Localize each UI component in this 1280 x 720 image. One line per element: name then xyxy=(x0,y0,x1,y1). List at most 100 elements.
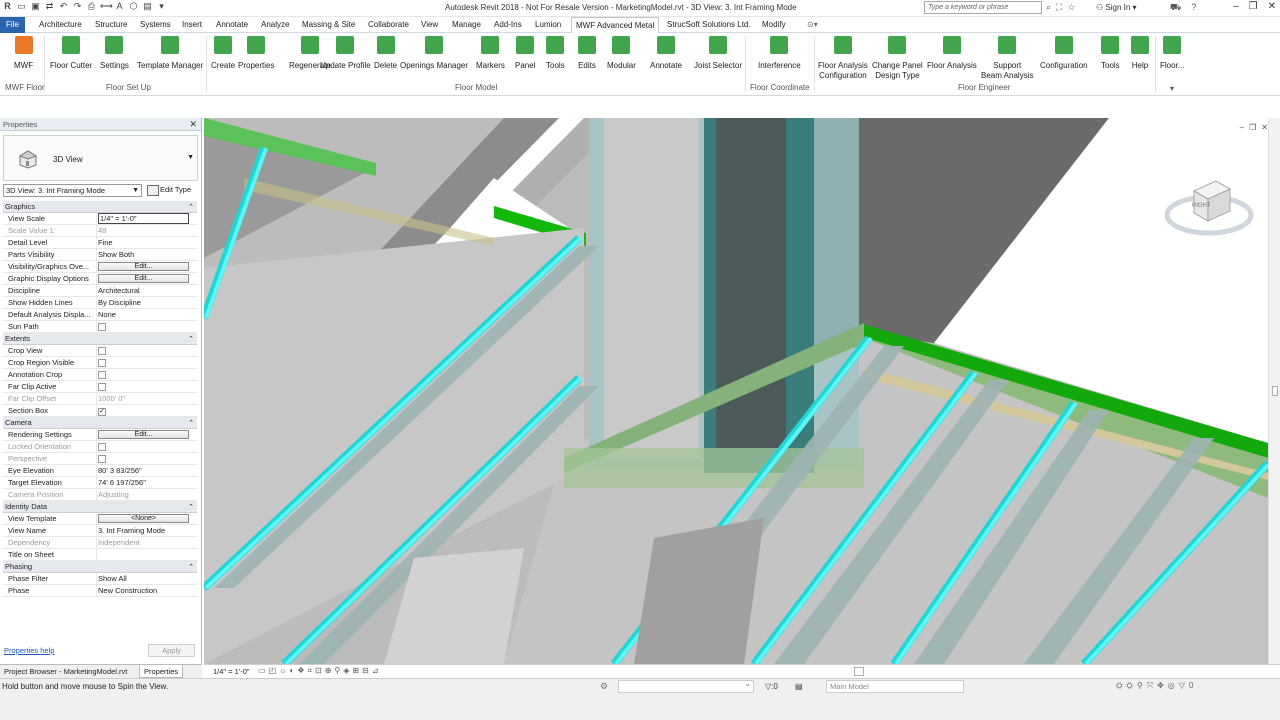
property-value[interactable]: 3. Int Framing Mode xyxy=(97,525,197,536)
viewcube[interactable]: RIGHT xyxy=(1164,173,1254,243)
highlight-icon[interactable]: ⊟ xyxy=(362,666,369,676)
tab-modify[interactable]: Modify xyxy=(762,17,786,33)
tab-properties[interactable]: Properties xyxy=(139,665,184,678)
ribbon-button-tools[interactable]: Tools xyxy=(546,36,565,71)
edit-button[interactable]: Edit... xyxy=(98,262,189,271)
visual-style-icon[interactable]: ◰ xyxy=(269,666,277,676)
ribbon-button-annotate[interactable]: Annotate xyxy=(650,36,682,71)
tab-insert[interactable]: Insert xyxy=(182,17,202,33)
section-header[interactable]: Extents xyxy=(3,333,197,346)
select-by-face-icon[interactable]: ⤧ xyxy=(1147,681,1153,691)
ribbon-button-mwf-logo[interactable]: MWF xyxy=(14,36,33,71)
render-icon[interactable]: ❖ xyxy=(297,666,304,676)
close-icon[interactable]: ✕ xyxy=(1268,1,1276,12)
ribbon-button-floor-panel[interactable]: Floor... xyxy=(1160,36,1184,71)
horizontal-scroll-thumb[interactable] xyxy=(854,667,864,676)
view-scale-selector[interactable]: 1/4" = 1'-0" xyxy=(213,667,250,676)
tab-massing-site[interactable]: Massing & Site xyxy=(302,17,355,33)
restore-icon[interactable]: ❐ xyxy=(1249,1,1258,12)
ribbon-button-edits[interactable]: Edits xyxy=(578,36,596,71)
edit-type-button[interactable]: Edit Type xyxy=(146,183,191,196)
print-icon[interactable]: ⎙ xyxy=(86,1,97,12)
analytical-icon[interactable]: ⊞ xyxy=(352,666,359,676)
value-input[interactable]: 1/4" = 1'-0" xyxy=(98,213,189,224)
ribbon-button-configuration[interactable]: Configuration xyxy=(1040,36,1088,71)
tab-project-browser[interactable]: Project Browser - MarketingModel.rvt xyxy=(0,665,131,678)
property-value[interactable]: 80' 3 83/256" xyxy=(97,465,197,476)
binoculars-icon[interactable]: ⌕ xyxy=(1046,2,1051,13)
tab-strucsoft[interactable]: StrucSoft Solutions Ltd. xyxy=(667,17,751,33)
checkbox[interactable] xyxy=(98,371,106,379)
tab-manage[interactable]: Manage xyxy=(452,17,481,33)
ribbon-button-modular[interactable]: Modular xyxy=(607,36,636,71)
section-header[interactable]: Graphics xyxy=(3,201,197,214)
3d-viewport[interactable]: RIGHT – ❐ ✕ xyxy=(204,118,1268,664)
property-value[interactable]: New Construction xyxy=(97,585,197,596)
property-value[interactable]: Architectural xyxy=(97,285,197,296)
checkbox[interactable] xyxy=(98,347,106,355)
edit-button[interactable]: Edit... xyxy=(98,274,189,283)
minimize-icon[interactable]: – xyxy=(1233,1,1239,12)
tab-add-ins[interactable]: Add-Ins xyxy=(494,17,522,33)
ribbon-button-joist-selector[interactable]: Joist Selector xyxy=(694,36,742,71)
property-value[interactable] xyxy=(97,345,197,356)
ribbon-button-update-profile[interactable]: Update Profile xyxy=(320,36,371,71)
subscription-icon[interactable]: ⛶ xyxy=(1056,2,1062,13)
help-icon[interactable]: ? xyxy=(1191,2,1196,14)
ribbon-expand-icon[interactable]: ▾ xyxy=(1170,84,1174,93)
type-selector[interactable]: 3D View ▼ xyxy=(3,135,198,181)
ribbon-button-markers[interactable]: Markers xyxy=(476,36,505,71)
ribbon-button-delete[interactable]: Delete xyxy=(374,36,397,71)
ribbon-button-floor-analysis[interactable]: Floor Analysis xyxy=(927,36,977,71)
tab-architecture[interactable]: Architecture xyxy=(39,17,82,33)
revit-logo-icon[interactable]: R xyxy=(2,1,13,12)
section-header[interactable]: Phasing xyxy=(3,561,197,574)
ribbon-button-tools[interactable]: Tools xyxy=(1101,36,1120,71)
ribbon-button-settings[interactable]: Settings xyxy=(100,36,129,71)
sign-in-button[interactable]: ⚇ Sign In ▾ xyxy=(1096,3,1137,12)
customize-qat-icon[interactable]: ▾ xyxy=(156,1,167,12)
property-value[interactable] xyxy=(97,369,197,380)
background-processes-icon[interactable]: ◎ xyxy=(1168,681,1175,691)
select-underlay-icon[interactable]: ⛭ xyxy=(1126,681,1132,691)
ribbon-button-support-beam-analysis[interactable]: Support Beam Analysis xyxy=(981,36,1033,81)
instance-selector[interactable]: 3D View: 3. Int Framing Mode ▼ xyxy=(3,184,142,197)
search-input[interactable]: Type a keyword or phrase xyxy=(924,1,1042,14)
tab-lumion[interactable]: Lumion xyxy=(535,17,561,33)
reveal-hidden-icon[interactable]: ◈ xyxy=(343,666,349,676)
viewport-restore-icon[interactable]: ❐ xyxy=(1249,123,1256,132)
property-value[interactable] xyxy=(97,357,197,368)
viewport-minimize-icon[interactable]: – xyxy=(1240,123,1244,132)
tab-file[interactable]: File xyxy=(0,17,25,33)
section-header[interactable]: Camera xyxy=(3,417,197,430)
tab-view[interactable]: View xyxy=(421,17,438,33)
undo-icon[interactable]: ↶ xyxy=(58,1,69,12)
property-value[interactable]: Fine xyxy=(97,237,197,248)
tab-systems[interactable]: Systems xyxy=(140,17,171,33)
tab-annotate[interactable]: Annotate xyxy=(216,17,248,33)
ribbon-button-floor-cutter[interactable]: Floor Cutter xyxy=(50,36,92,71)
switch-windows-icon[interactable]: ▤ xyxy=(142,1,153,12)
ribbon-button-openings-manager[interactable]: Openings Manager xyxy=(400,36,468,71)
ribbon-button-template-manager[interactable]: Template Manager xyxy=(137,36,203,71)
ribbon-button-change-panel-design-type[interactable]: Change Panel Design Type xyxy=(872,36,923,81)
scroll-thumb[interactable] xyxy=(1272,386,1278,396)
filter-icon[interactable]: ▽ xyxy=(1179,681,1185,691)
property-value[interactable]: Edit... xyxy=(97,273,197,284)
sync-icon[interactable]: ⇄ xyxy=(44,1,55,12)
3d-view-icon[interactable]: ⬡ xyxy=(128,1,139,12)
viewport-close-icon[interactable]: ✕ xyxy=(1261,123,1268,132)
drag-elements-icon[interactable]: ✥ xyxy=(1157,681,1164,691)
checkbox[interactable] xyxy=(98,359,106,367)
property-value[interactable]: Edit... xyxy=(97,429,197,440)
model-selector[interactable]: Main Model xyxy=(826,680,964,693)
open-icon[interactable]: ▭ xyxy=(16,1,27,12)
select-pinned-icon[interactable]: ⚲ xyxy=(1137,681,1143,691)
section-header[interactable]: Identity Data xyxy=(3,501,197,514)
save-icon[interactable]: ▣ xyxy=(30,1,41,12)
edit-button[interactable]: <None> xyxy=(98,514,189,523)
lock-3d-icon[interactable]: ⊕ xyxy=(325,666,332,676)
measure-icon[interactable]: ⟷ xyxy=(100,1,113,12)
tab-mwf-advanced-metal[interactable]: MWF Advanced Metal xyxy=(571,17,660,33)
tab-overflow-icon[interactable]: ⊙▾ xyxy=(807,17,818,33)
